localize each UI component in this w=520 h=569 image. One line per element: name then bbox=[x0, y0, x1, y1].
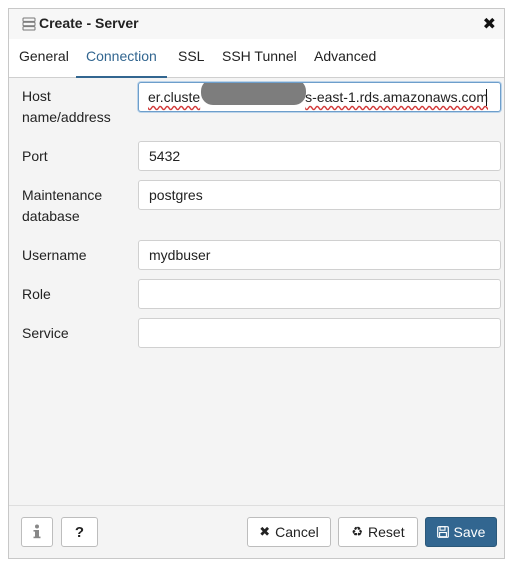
service-label: Service bbox=[22, 325, 69, 341]
role-input[interactable] bbox=[138, 279, 501, 309]
info-icon bbox=[33, 524, 41, 539]
tab-ssh-tunnel[interactable]: SSH Tunnel bbox=[222, 48, 297, 76]
tab-ssl[interactable]: SSL bbox=[178, 48, 204, 76]
username-label: Username bbox=[22, 247, 87, 263]
host-input[interactable]: er.cluste s-east-1.rds.amazonaws.com bbox=[138, 82, 501, 112]
tab-advanced[interactable]: Advanced bbox=[314, 48, 376, 76]
host-value: er.cluste s-east-1.rds.amazonaws.com bbox=[148, 89, 488, 105]
username-input[interactable]: mydbuser bbox=[138, 240, 501, 270]
cancel-button[interactable]: ✖ Cancel bbox=[247, 517, 331, 547]
reset-button[interactable]: ♻ Reset bbox=[338, 517, 418, 547]
recycle-icon: ♻ bbox=[351, 524, 364, 539]
help-label: ? bbox=[74, 523, 85, 541]
server-icon bbox=[22, 17, 36, 31]
create-server-dialog: Create - Server ✖ General Connection SSL… bbox=[8, 8, 505, 559]
maintenance-db-label: Maintenance database bbox=[22, 187, 103, 224]
port-label: Port bbox=[22, 148, 48, 164]
connection-panel: Host name/address er.cluste s-east-1.rds.… bbox=[9, 78, 504, 506]
text-caret bbox=[486, 89, 487, 106]
port-input[interactable]: 5432 bbox=[138, 141, 501, 171]
save-icon bbox=[436, 526, 449, 538]
help-button[interactable]: ? bbox=[61, 517, 98, 547]
tab-bar: General Connection SSL SSH Tunnel Advanc… bbox=[9, 39, 504, 78]
cancel-icon: ✖ bbox=[259, 524, 271, 539]
dialog-footer: ? ✖ Cancel ♻ Reset Save bbox=[9, 505, 504, 558]
dialog-titlebar[interactable]: Create - Server ✖ bbox=[9, 9, 504, 39]
info-button[interactable] bbox=[21, 517, 53, 547]
host-label: Host name/address bbox=[22, 88, 111, 125]
tab-general[interactable]: General bbox=[19, 48, 69, 76]
service-input[interactable] bbox=[138, 318, 501, 348]
close-icon[interactable]: ✖ bbox=[483, 14, 496, 34]
save-button[interactable]: Save bbox=[425, 517, 497, 547]
dialog-title: Create - Server bbox=[39, 15, 139, 31]
maintenance-db-input[interactable]: postgres bbox=[138, 180, 501, 210]
tab-connection[interactable]: Connection bbox=[76, 48, 167, 78]
role-label: Role bbox=[22, 286, 51, 302]
